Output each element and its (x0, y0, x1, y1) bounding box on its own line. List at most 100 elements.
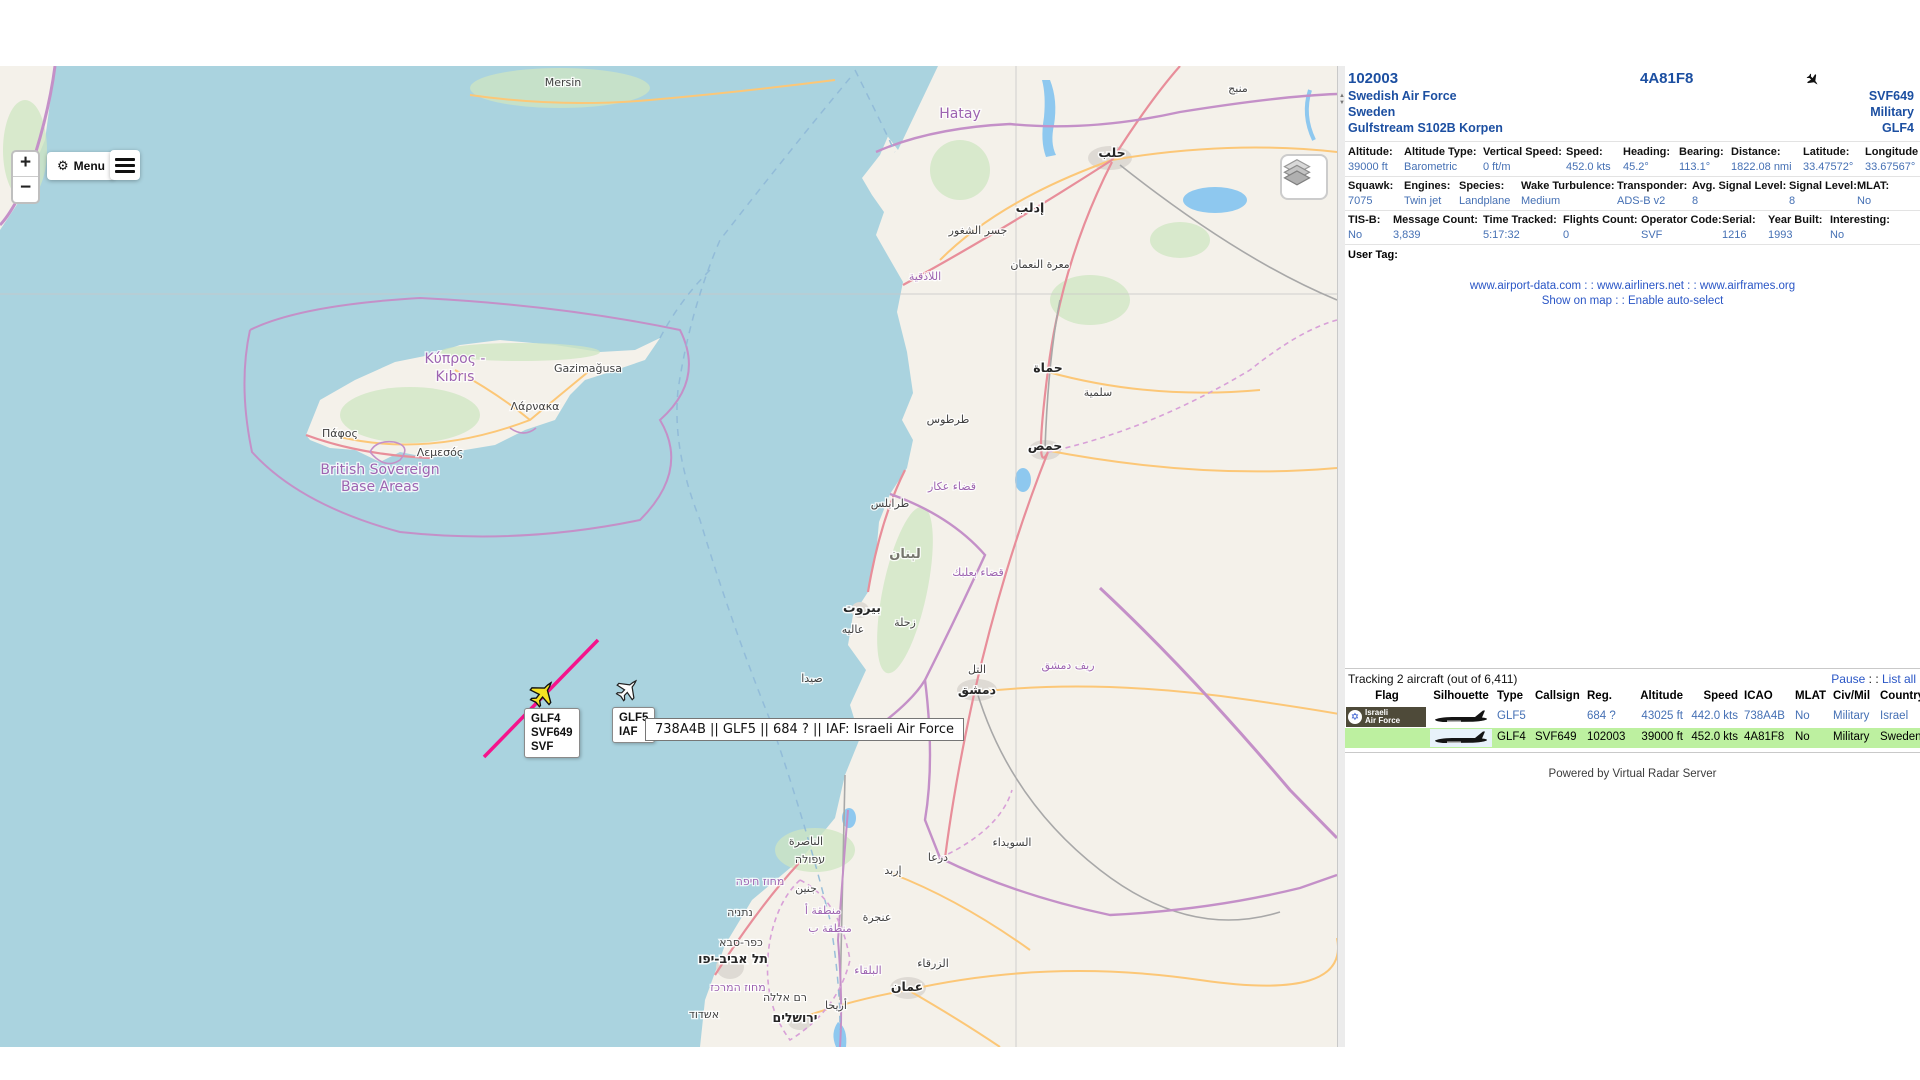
column-header-civmil[interactable]: Civ/Mil (1833, 690, 1870, 702)
column-header-country[interactable]: Country (1880, 690, 1920, 702)
column-header-icao[interactable]: ICAO (1744, 690, 1773, 702)
aircraft-list-row[interactable]: ✡IsraeliAir Force GLF5 684 ? 43025 ft 442.0 … (1345, 707, 1920, 727)
panel-splitter[interactable]: ▲▼ (1337, 66, 1345, 1047)
map-place-label: ريف دمشق (1041, 659, 1094, 673)
map-place-label: מחוז חיפה (736, 875, 785, 888)
external-links[interactable]: www.airport-data.com : : www.airliners.n… (1345, 280, 1920, 292)
cell-type[interactable]: GLF4 (1497, 731, 1526, 743)
column-header-flag[interactable]: Flag (1375, 690, 1399, 702)
detail-field: Flights Count:0 (1563, 213, 1641, 243)
detail-field: Signal Level:8 (1789, 179, 1857, 209)
map-place-label: البلقاء (854, 964, 881, 977)
cell-country[interactable]: Sweden (1880, 731, 1920, 743)
detail-field: Message Count:3,839 (1393, 213, 1483, 243)
cell-reg[interactable]: 102003 (1587, 731, 1625, 743)
cell-type[interactable]: GLF5 (1497, 710, 1526, 722)
civ-mil-status: Military (1870, 105, 1914, 119)
map-place-label: منطقة ب (808, 922, 852, 935)
cell-civmil[interactable]: Military (1833, 710, 1869, 722)
zoom-in-button[interactable]: + (13, 152, 38, 177)
aircraft-icon (1805, 72, 1821, 88)
cell-mlat[interactable]: No (1795, 710, 1810, 722)
column-header-reg[interactable]: Reg. (1587, 690, 1612, 702)
pause-link[interactable]: Pause (1831, 672, 1865, 686)
detail-field: Latitude:33.47572° (1803, 145, 1865, 175)
detail-row: TIS-B:NoMessage Count:3,839Time Tracked:… (1348, 213, 1918, 243)
map-place-label: الزرقاء (917, 957, 949, 970)
cell-altitude[interactable]: 43025 ft (1641, 710, 1683, 722)
layers-control[interactable] (1280, 154, 1328, 200)
jet-silhouette-icon (1433, 729, 1489, 747)
operator-country: Sweden (1348, 105, 1395, 119)
flag-image: ✡IsraeliAir Force (1346, 707, 1426, 727)
cell-icao[interactable]: 738A4B (1744, 710, 1785, 722)
map-place-label: جسر الشغور (948, 224, 1008, 237)
cell-callsign[interactable]: SVF649 (1535, 731, 1577, 743)
map-place-label: ירושלים (773, 1010, 818, 1025)
map-place-label: Base Areas (341, 479, 419, 495)
map-place-label: Gazimağusa (554, 362, 622, 375)
detail-field: Bearing:113.1° (1679, 145, 1731, 175)
detail-row: Squawk:7075Engines:Twin jetSpecies:Landp… (1348, 179, 1918, 209)
hamburger-icon (115, 158, 135, 161)
map-place-label: دمشق (958, 682, 996, 697)
tracking-count-text: Tracking 2 aircraft (out of 6,411) (1348, 672, 1517, 686)
column-header-altitude[interactable]: Altitude (1640, 690, 1683, 702)
aircraft-label-line: SVF649 (531, 726, 573, 740)
tracking-summary: Tracking 2 aircraft (out of 6,411) Pause… (1348, 672, 1916, 686)
cell-speed[interactable]: 442.0 kts (1691, 710, 1738, 722)
column-header-callsign[interactable]: Callsign (1535, 690, 1580, 702)
menu-button[interactable]: ⚙ Menu (47, 152, 115, 180)
map-place-label: منبج (1228, 82, 1248, 95)
cell-altitude[interactable]: 39000 ft (1641, 731, 1683, 743)
map-place-label: زحلة (894, 616, 916, 629)
detail-field: Heading:45.2° (1623, 145, 1679, 175)
detail-field: Longitude:33.67567° (1865, 145, 1918, 175)
zoom-control[interactable]: + − (11, 150, 40, 204)
map-place-label: תל אביב-יפו (698, 951, 768, 966)
detail-row: Altitude:39000 ftAltitude Type:Barometri… (1348, 145, 1918, 175)
aircraft-list-button[interactable] (110, 150, 140, 180)
map-place-label: נתניה (727, 906, 753, 919)
map-place-label: حمص (1028, 438, 1062, 453)
map-place-label: Λεμεσός (417, 446, 464, 459)
map-place-label: صيدا (801, 672, 823, 685)
cell-mlat[interactable]: No (1795, 731, 1810, 743)
column-header-mlat[interactable]: MLAT (1795, 690, 1826, 702)
cell-civmil[interactable]: Military (1833, 731, 1869, 743)
map-place-label: عمان (891, 979, 923, 994)
detail-field: Altitude:39000 ft (1348, 145, 1404, 175)
column-header-speed[interactable]: Speed (1703, 690, 1738, 702)
cell-speed[interactable]: 452.0 kts (1691, 731, 1738, 743)
detail-field: Wake Turbulence:Medium (1521, 179, 1617, 209)
detail-field: Transponder:ADS-B v2 (1617, 179, 1692, 209)
map-place-label: Κύπρος - (425, 351, 486, 367)
callsign: SVF649 (1869, 89, 1914, 103)
map-place-label: اللاذقية (909, 270, 941, 283)
map-place-label: אשדוד (689, 1008, 719, 1021)
aircraft-label-selected[interactable]: GLF4 SVF649 SVF (524, 708, 580, 758)
cell-country[interactable]: Israel (1880, 710, 1908, 722)
detail-field: Year Built:1993 (1768, 213, 1830, 243)
map-canvas[interactable]: MersinHatayمنبجحلبإدلبجسر الشغورمعرة الن… (0, 66, 1337, 1047)
column-header-silhouette[interactable]: Silhouette (1433, 690, 1489, 702)
aircraft-tooltip: 738A4B || GLF5 || 684 ? || IAF: Israeli … (645, 718, 964, 741)
cell-reg[interactable]: 684 ? (1587, 710, 1616, 722)
aircraft-list-row[interactable]: GLF4 SVF649 102003 39000 ft 452.0 kts 4A81F8 N… (1345, 728, 1920, 748)
map-place-label: قضاء عكار (927, 480, 976, 493)
map-viewport[interactable]: MersinHatayمنبجحلبإدلبجسر الشغورمعرة الن… (0, 66, 1337, 1047)
list-all-link[interactable]: List all (1882, 672, 1916, 686)
column-header-type[interactable]: Type (1497, 690, 1523, 702)
map-place-label: עפולה (795, 853, 825, 866)
selected-registration: 102003 (1348, 70, 1398, 87)
map-place-label: British Sovereign (320, 462, 439, 478)
map-action-links[interactable]: Show on map : : Enable auto-select (1345, 295, 1920, 307)
detail-field: Interesting:No (1830, 213, 1918, 243)
cell-icao[interactable]: 4A81F8 (1744, 731, 1784, 743)
zoom-out-button[interactable]: − (13, 177, 38, 202)
user-tag-label: User Tag: (1348, 249, 1398, 261)
map-place-label: التل (968, 663, 986, 676)
map-place-label: רם אללה (763, 991, 807, 1004)
aircraft-label-line: IAF (619, 725, 648, 739)
map-place-label: بيروت (843, 600, 881, 615)
